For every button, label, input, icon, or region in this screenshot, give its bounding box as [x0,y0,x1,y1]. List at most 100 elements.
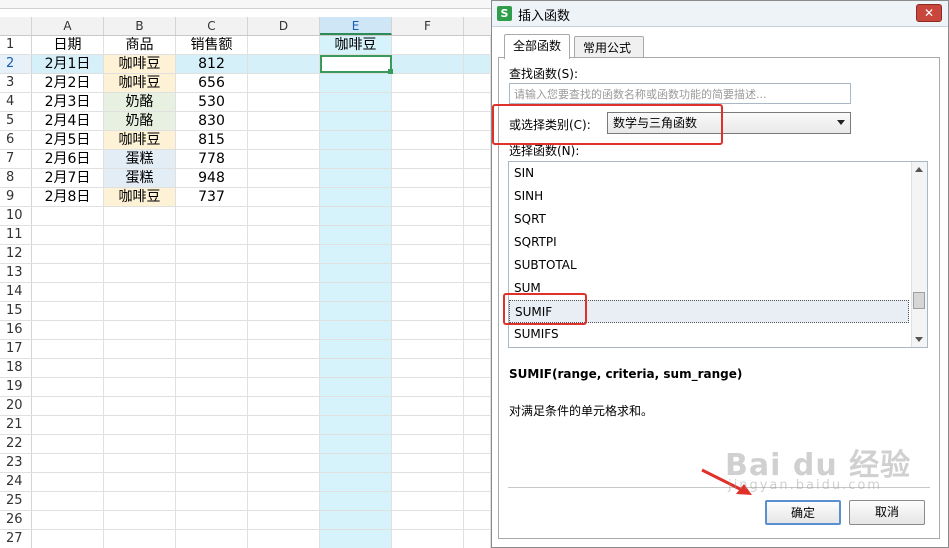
cell-d[interactable] [248,340,320,358]
row-number[interactable]: 7 [0,150,32,168]
cell-d[interactable] [248,302,320,320]
cell-g[interactable] [464,188,491,206]
cell-e[interactable] [320,226,392,244]
cell-d[interactable] [248,321,320,339]
cell-c[interactable] [176,492,248,510]
row-number[interactable]: 10 [0,207,32,225]
row-number[interactable]: 8 [0,169,32,187]
row-number[interactable]: 2 [0,55,32,73]
cell-b[interactable]: 蛋糕 [104,169,176,187]
cell-a[interactable] [32,530,104,548]
row-number[interactable]: 6 [0,131,32,149]
row-number[interactable]: 3 [0,74,32,92]
cell-f[interactable] [392,188,464,206]
cell-a[interactable] [32,511,104,529]
cell-c[interactable]: 530 [176,93,248,111]
row-number[interactable]: 1 [0,36,32,54]
cell-d[interactable] [248,359,320,377]
cell-d[interactable] [248,511,320,529]
cell-f[interactable] [392,302,464,320]
cell-c[interactable] [176,264,248,282]
function-list-item[interactable]: SQRT [509,208,909,231]
column-header-f[interactable]: F [392,17,464,35]
cell-f[interactable] [392,112,464,130]
cell-f[interactable] [392,55,464,73]
cell-e[interactable] [320,378,392,396]
scroll-down-icon[interactable] [915,337,923,342]
cell-e[interactable] [320,454,392,472]
cell-e[interactable] [320,93,392,111]
column-header-e[interactable]: E [320,17,392,35]
cell-e[interactable] [320,511,392,529]
row-number[interactable]: 15 [0,302,32,320]
function-list-item[interactable]: SUBTOTAL [509,254,909,277]
cell-e[interactable] [320,473,392,491]
cell-d[interactable] [248,397,320,415]
cell-g[interactable] [464,169,491,187]
cell-g[interactable] [464,55,491,73]
row-number[interactable]: 18 [0,359,32,377]
cell-a[interactable] [32,492,104,510]
cell-e[interactable] [320,112,392,130]
cell-c[interactable] [176,207,248,225]
cell-a[interactable] [32,302,104,320]
cell-a[interactable] [32,397,104,415]
cell-b[interactable] [104,302,176,320]
row-number[interactable]: 13 [0,264,32,282]
cell-a[interactable]: 2月7日 [32,169,104,187]
row-number[interactable]: 27 [0,530,32,548]
cell-d[interactable] [248,207,320,225]
cell-f[interactable] [392,378,464,396]
cell-g[interactable] [464,530,491,548]
cancel-button[interactable]: 取消 [849,500,925,525]
cell-d[interactable] [248,112,320,130]
row-number[interactable]: 9 [0,188,32,206]
cell-e[interactable] [320,302,392,320]
cell-g[interactable] [464,150,491,168]
cell-b[interactable]: 奶酪 [104,112,176,130]
cell-e[interactable] [320,283,392,301]
cell-a[interactable] [32,454,104,472]
cell-c[interactable] [176,226,248,244]
cell-g[interactable] [464,378,491,396]
cell-g[interactable] [464,207,491,225]
cell-d[interactable] [248,150,320,168]
cell-f[interactable] [392,435,464,453]
row-number[interactable]: 17 [0,340,32,358]
select-all-corner[interactable] [0,17,32,35]
ok-button[interactable]: 确定 [765,500,841,525]
cell-c[interactable] [176,302,248,320]
cell-g[interactable] [464,74,491,92]
cell-e[interactable] [320,188,392,206]
cell-e[interactable] [320,55,392,73]
cell-f[interactable] [392,283,464,301]
cell-e[interactable] [320,416,392,434]
close-button[interactable]: ✕ [916,4,942,22]
cell-c[interactable]: 815 [176,131,248,149]
cell-f[interactable] [392,226,464,244]
cell-d[interactable] [248,245,320,263]
cell-e[interactable] [320,131,392,149]
cell-c[interactable]: 812 [176,55,248,73]
column-header-c[interactable]: C [176,17,248,35]
cell-g[interactable] [464,264,491,282]
cell-e[interactable] [320,245,392,263]
cell-b[interactable] [104,511,176,529]
cell-g[interactable] [464,36,491,54]
cell-e[interactable] [320,74,392,92]
cell-g[interactable] [464,397,491,415]
cell-c[interactable] [176,378,248,396]
cell-d[interactable] [248,131,320,149]
cell-e[interactable] [320,264,392,282]
cell-a[interactable]: 2月3日 [32,93,104,111]
cell-e[interactable] [320,321,392,339]
cell-f[interactable] [392,245,464,263]
cell-b[interactable] [104,340,176,358]
cell-d[interactable] [248,264,320,282]
cell-f[interactable] [392,473,464,491]
cell-c[interactable]: 737 [176,188,248,206]
cell-g[interactable] [464,473,491,491]
scroll-up-icon[interactable] [915,167,923,172]
cell-b[interactable]: 商品 [104,36,176,54]
cell-a[interactable]: 2月8日 [32,188,104,206]
